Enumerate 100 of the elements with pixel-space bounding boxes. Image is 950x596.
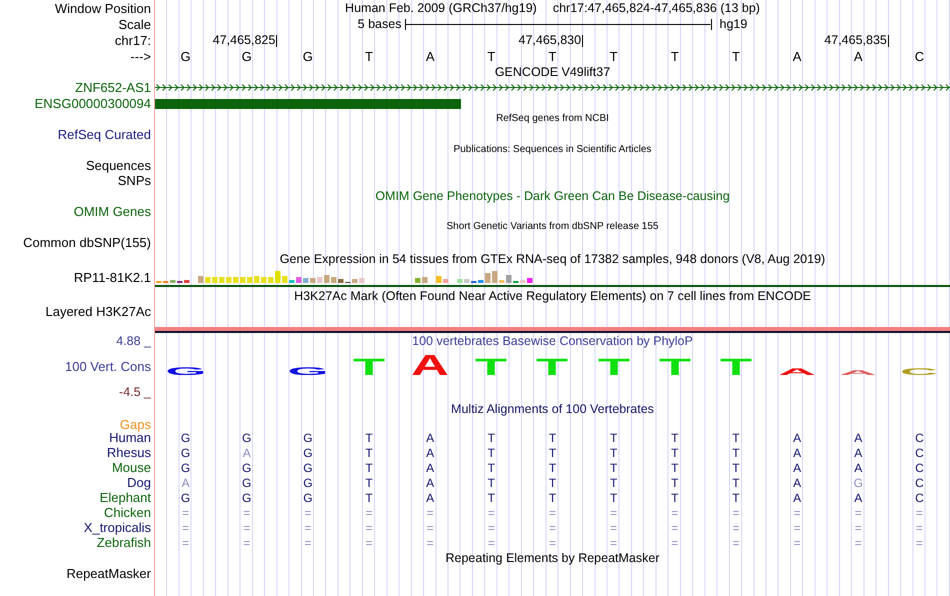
logo-letter: T: [592, 358, 635, 375]
alignment-base: T: [488, 476, 495, 488]
track-label[interactable]: Elephant: [100, 491, 151, 504]
tick-mark: [276, 34, 278, 46]
track-label[interactable]: ENSG00000300094: [34, 96, 151, 110]
alignment-base: =: [366, 506, 373, 518]
alignment-base: T: [488, 432, 495, 444]
alignment-base: =: [610, 506, 618, 518]
alignment-base: =: [182, 506, 190, 518]
alignment-base: A: [242, 446, 251, 458]
alignment-base: C: [915, 492, 924, 504]
track-label[interactable]: X_tropicalis: [84, 521, 151, 534]
alignment-base: =: [488, 506, 495, 518]
alignment-base: T: [488, 492, 495, 504]
alignment-base: =: [548, 522, 556, 534]
alignment-base: =: [610, 536, 618, 548]
track-label[interactable]: Chicken: [104, 506, 151, 519]
track-title: H3K27Ac Mark (Often Found Near Active Regulatory Elements) on 7 cell lines from ENCODE: [294, 290, 811, 302]
alignment-base: =: [243, 506, 250, 518]
alignment-base: =: [854, 522, 862, 534]
base-letter: A: [854, 50, 863, 62]
alignment-base: G: [303, 492, 313, 504]
alignment-base: G: [242, 432, 252, 444]
logo-letter: T: [531, 358, 574, 375]
alignment-base: C: [915, 476, 924, 488]
alignment-base: =: [366, 536, 373, 548]
alignment-base: =: [732, 522, 740, 534]
alignment-base: T: [610, 476, 618, 488]
alignment-base: G: [180, 492, 190, 504]
track-label[interactable]: RepeatMasker: [66, 567, 151, 580]
alignment-base: =: [548, 536, 556, 548]
alignment-base: T: [610, 462, 618, 474]
alignment-base: T: [671, 492, 678, 504]
alignment-base: T: [732, 446, 740, 458]
alignment-base: G: [180, 432, 190, 444]
track-label[interactable]: Dog: [127, 476, 151, 489]
alignment-base: =: [426, 522, 434, 534]
alignment-base: A: [426, 462, 434, 474]
axis-label: -4.5 _: [119, 386, 151, 398]
axis-label: 4.88 _: [116, 334, 151, 348]
base-letter: A: [426, 50, 435, 62]
base-letter: T: [548, 50, 556, 62]
alignment-base: T: [365, 462, 373, 474]
logo-letter: A: [409, 354, 452, 375]
track-label[interactable]: Zebrafish: [96, 536, 151, 549]
track-label[interactable]: Rhesus: [106, 446, 151, 459]
alignment-base: A: [426, 476, 434, 488]
logo-letter: T: [470, 358, 512, 375]
track-label[interactable]: ZNF652-AS1: [75, 81, 151, 94]
alignment-base: =: [610, 522, 618, 534]
alignment-base: T: [671, 476, 678, 488]
base-letter: T: [732, 50, 740, 62]
alignment-base: T: [365, 476, 373, 488]
alignment-base: =: [243, 522, 250, 534]
alignment-base: =: [671, 506, 678, 518]
alignment-base: =: [854, 536, 862, 548]
alignment-base: C: [915, 446, 924, 458]
alignment-base: G: [303, 446, 313, 458]
track-label[interactable]: Human: [109, 431, 151, 444]
track-title: Multiz Alignments of 100 Vertebrates: [451, 402, 654, 416]
alignment-base: A: [426, 432, 434, 444]
track-title: Publications: Sequences in Scientific Articles: [454, 145, 652, 155]
row-label: chr17:: [114, 34, 151, 46]
row-label: Window Position: [54, 2, 151, 14]
alignment-base: T: [365, 432, 373, 444]
alignment-base: T: [732, 462, 740, 474]
alignment-base: G: [242, 476, 252, 488]
transcript-bar[interactable]: [155, 98, 462, 108]
alignment-base: A: [793, 432, 802, 444]
alignment-base: A: [426, 446, 434, 458]
alignment-base: A: [854, 492, 862, 504]
position-label: 47,465,830: [518, 34, 582, 47]
alignment-base: =: [182, 536, 190, 548]
alignment-base: T: [548, 476, 556, 488]
track-label[interactable]: Sequences: [86, 159, 151, 172]
alignment-base: G: [242, 492, 252, 504]
alignment-base: G: [854, 476, 863, 488]
track-label[interactable]: 100 Vert. Cons: [65, 360, 151, 373]
alignment-base: A: [426, 492, 434, 504]
alignment-base: T: [610, 492, 618, 504]
logo-letter: C: [898, 368, 940, 375]
alignment-base: C: [915, 432, 924, 444]
track-label[interactable]: RP11-81K2.1: [74, 271, 151, 284]
track-label[interactable]: RefSeq Curated: [58, 128, 151, 141]
alignment-base: =: [488, 522, 495, 534]
track-label[interactable]: Layered H3K27Ac: [45, 305, 151, 318]
alignment-base: G: [242, 462, 252, 474]
track-label[interactable]: Common dbSNP(155): [23, 236, 151, 249]
alignment-base: A: [793, 476, 802, 488]
alignment-base: A: [793, 446, 802, 458]
alignment-base: =: [488, 536, 495, 548]
track-title: Repeating Elements by RepeatMasker: [445, 552, 660, 564]
base-letter: T: [670, 50, 679, 62]
assembly-label: hg19: [720, 18, 748, 30]
track-label[interactable]: OMIM Genes: [74, 205, 151, 218]
alignment-base: A: [182, 476, 190, 488]
track-label[interactable]: Mouse: [112, 461, 151, 474]
alignment-base: =: [182, 522, 190, 534]
track-label[interactable]: SNPs: [118, 174, 151, 187]
alignment-base: =: [304, 522, 312, 534]
